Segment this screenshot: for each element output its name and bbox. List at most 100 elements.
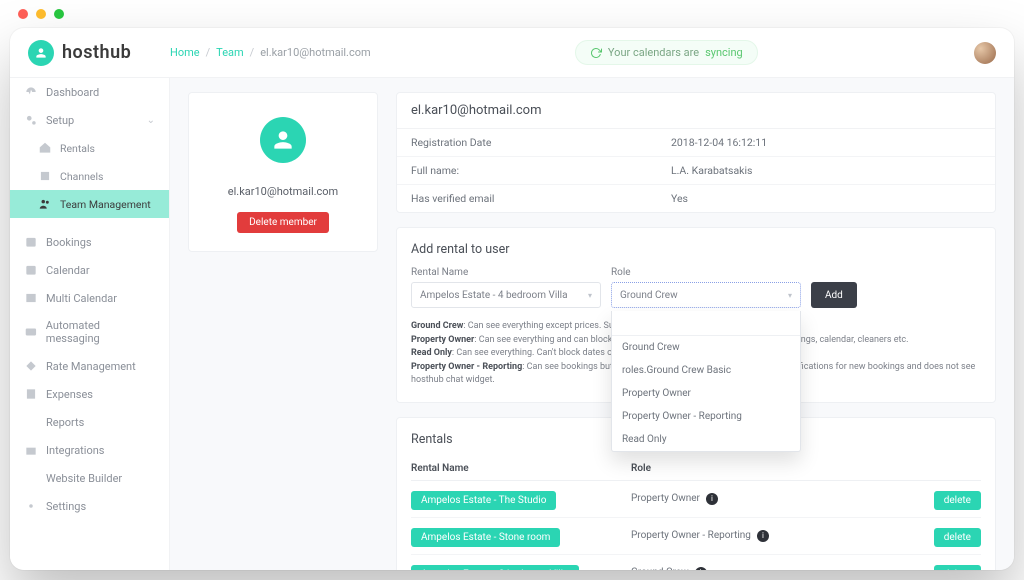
gear-icon [24, 499, 38, 513]
info-key: Has verified email [411, 192, 671, 205]
role-option[interactable]: roles.Ground Crew Basic [612, 359, 800, 382]
role-dropdown-menu: Ground Crewroles.Ground Crew BasicProper… [611, 311, 801, 452]
delete-member-button[interactable]: Delete member [237, 212, 329, 233]
brand-logo[interactable]: hosthub [28, 40, 170, 66]
gauge-icon [24, 85, 38, 99]
info-value: Yes [671, 192, 688, 205]
delete-rental-button[interactable]: delete [934, 491, 981, 510]
sidebar-item-bookings[interactable]: Bookings [10, 228, 169, 256]
sidebar-item-settings[interactable]: Settings [10, 492, 169, 520]
col-header-role: Role [631, 463, 921, 474]
role-option[interactable]: Property Owner [612, 382, 800, 405]
sidebar-item-rentals[interactable]: Rentals [10, 134, 169, 162]
role-option[interactable]: Read Only [612, 428, 800, 451]
header-bar: hosthub Home / Team / el.kar10@hotmail.c… [10, 28, 1014, 78]
window-close-dot[interactable] [18, 9, 28, 19]
home-icon [38, 141, 52, 155]
sidebar-item-expenses[interactable]: Expenses [10, 380, 169, 408]
user-info-card: el.kar10@hotmail.com Registration Date20… [396, 92, 996, 213]
sidebar-item-reports[interactable]: Reports [10, 408, 169, 436]
breadcrumb: Home / Team / el.kar10@hotmail.com [170, 46, 371, 59]
breadcrumb-home[interactable]: Home [170, 46, 200, 59]
role-option[interactable]: Ground Crew [612, 336, 800, 359]
add-rental-title: Add rental to user [411, 242, 981, 257]
sidebar-item-team-management[interactable]: Team Management [10, 190, 169, 218]
brand-name: hosthub [62, 42, 131, 63]
info-key: Registration Date [411, 136, 671, 149]
delete-rental-button[interactable]: delete [934, 528, 981, 547]
table-icon [24, 291, 38, 305]
delete-rental-button[interactable]: delete [934, 565, 981, 571]
chevron-down-icon: ▾ [788, 291, 792, 300]
users-icon [38, 197, 52, 211]
add-button[interactable]: Add [811, 282, 857, 308]
rental-role: Property Owner - Reporting [631, 530, 751, 541]
calendar-check-icon [24, 235, 38, 249]
info-icon[interactable]: i [706, 493, 718, 505]
envelope-icon [24, 325, 38, 339]
profile-card: el.kar10@hotmail.com Delete member [188, 92, 378, 252]
tag-icon [24, 359, 38, 373]
role-dropdown[interactable]: Ground Crew ▾ [611, 282, 801, 308]
sidebar-item-multi-calendar[interactable]: Multi Calendar [10, 284, 169, 312]
building-icon [38, 169, 52, 183]
info-icon[interactable]: i [757, 530, 769, 542]
tools-icon [24, 471, 38, 485]
role-dropdown-search[interactable] [612, 312, 800, 336]
breadcrumb-current: el.kar10@hotmail.com [260, 46, 370, 59]
info-row: Registration Date2018-12-04 16:12:11 [397, 129, 995, 157]
sidebar-item-automated-messaging[interactable]: Automated messaging [10, 312, 169, 352]
sync-icon [590, 47, 602, 59]
info-row: Has verified emailYes [397, 185, 995, 212]
sidebar-item-website-builder[interactable]: Website Builder [10, 464, 169, 492]
window-minimize-dot[interactable] [36, 9, 46, 19]
rental-name-pill[interactable]: Ampelos Estate - 3 bedroom Villa [411, 565, 579, 571]
profile-email: el.kar10@hotmail.com [207, 185, 359, 198]
sync-status-pill: Your calendars are syncing [575, 40, 758, 65]
sidebar-item-channels[interactable]: Channels [10, 162, 169, 190]
window-zoom-dot[interactable] [54, 9, 64, 19]
macos-traffic-lights [0, 0, 1024, 28]
rental-role: Property Owner [631, 493, 700, 504]
info-key: Full name: [411, 164, 671, 177]
rental-name-dropdown[interactable]: Ampelos Estate - 4 bedroom Villa ▾ [411, 282, 601, 308]
role-label: Role [611, 267, 801, 278]
app-body: Dashboard Setup ⌄ Rentals Channels Team … [10, 78, 1014, 570]
chevron-down-icon: ⌄ [147, 115, 155, 126]
role-option[interactable]: Property Owner - Reporting [612, 405, 800, 428]
profile-avatar-placeholder [260, 117, 306, 163]
user-icon [270, 127, 296, 153]
sidebar-item-dashboard[interactable]: Dashboard [10, 78, 169, 106]
sync-status-state: syncing [705, 46, 743, 59]
info-value: 2018-12-04 16:12:11 [671, 136, 767, 149]
add-rental-panel: Add rental to user Rental Name Ampelos E… [396, 227, 996, 403]
sync-status-prefix: Your calendars are [608, 46, 699, 59]
rental-row: Ampelos Estate - Stone room Property Own… [411, 518, 981, 555]
breadcrumb-team[interactable]: Team [216, 46, 244, 59]
sidebar-item-setup[interactable]: Setup ⌄ [10, 106, 169, 134]
sidebar-item-integrations[interactable]: Integrations [10, 436, 169, 464]
info-icon[interactable]: i [695, 567, 707, 571]
right-column: el.kar10@hotmail.com Registration Date20… [396, 92, 996, 570]
rental-name-pill[interactable]: Ampelos Estate - Stone room [411, 528, 560, 547]
gears-icon [24, 113, 38, 127]
app-window: hosthub Home / Team / el.kar10@hotmail.c… [10, 28, 1014, 570]
info-row: Full name:L.A. Karabatsakis [397, 157, 995, 185]
store-icon [24, 443, 38, 457]
calendar-icon [24, 263, 38, 277]
rental-name-pill[interactable]: Ampelos Estate - The Studio [411, 491, 556, 510]
sidebar: Dashboard Setup ⌄ Rentals Channels Team … [10, 78, 170, 570]
col-header-name: Rental Name [411, 463, 631, 474]
rental-row: Ampelos Estate - The Studio Property Own… [411, 481, 981, 518]
rentals-table-header: Rental Name Role [411, 457, 981, 481]
user-info-title: el.kar10@hotmail.com [397, 93, 995, 129]
sidebar-item-rate-management[interactable]: Rate Management [10, 352, 169, 380]
chart-icon [24, 415, 38, 429]
chevron-down-icon: ▾ [588, 291, 592, 300]
rental-row: Ampelos Estate - 3 bedroom Villa Ground … [411, 555, 981, 571]
sidebar-item-calendar[interactable]: Calendar [10, 256, 169, 284]
rental-role: Ground Crew [631, 567, 689, 570]
main-content: el.kar10@hotmail.com Delete member el.ka… [170, 78, 1014, 570]
user-avatar[interactable] [974, 42, 996, 64]
brand-icon [28, 40, 54, 66]
